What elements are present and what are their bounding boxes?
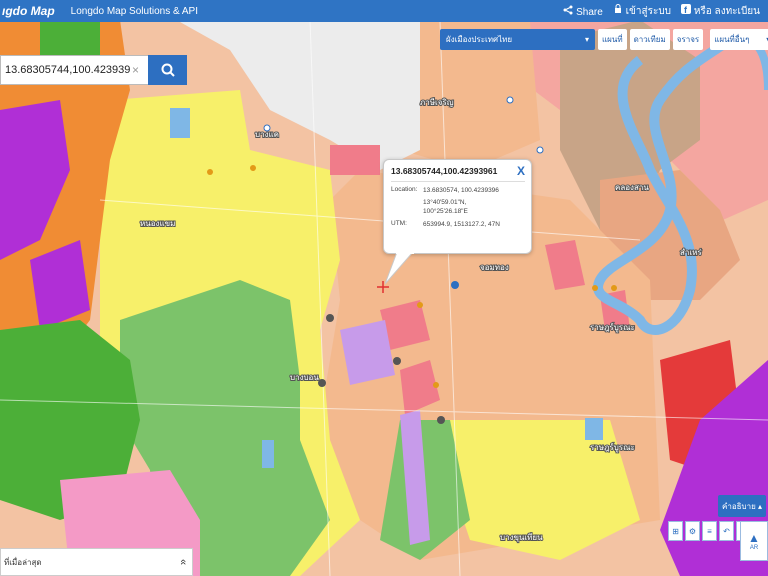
location-lon-dms: 100°25'26.18"E bbox=[423, 208, 468, 215]
popup-pointer bbox=[385, 252, 414, 285]
place-label: คลองสาน bbox=[615, 183, 649, 192]
layer-switcher: ผังเมืองประเทศไทย ▾ แผนที่ ดาวเทียม จราจ… bbox=[440, 29, 768, 50]
undo-icon[interactable]: ↶ bbox=[719, 521, 734, 541]
search-icon bbox=[161, 63, 175, 77]
brand-link[interactable]: Longdo Map Solutions & API bbox=[71, 6, 198, 17]
share-icon bbox=[563, 5, 573, 14]
place-label: ภาษีเจริญ bbox=[420, 98, 454, 107]
other-maps-button[interactable]: แผนที่อื่นๆ ▾ bbox=[710, 29, 768, 50]
place-label: บางบอน bbox=[290, 373, 319, 382]
facebook-icon: f bbox=[681, 3, 692, 14]
search-button[interactable] bbox=[148, 55, 187, 85]
settings-icon[interactable]: ⚙ bbox=[685, 521, 700, 541]
place-label: สำเหร่ bbox=[680, 248, 702, 257]
utm-value: 653994.9, 1513127.2, 47N bbox=[423, 221, 500, 228]
top-header: ıgdo Map Longdo Map Solutions & API Shar… bbox=[0, 0, 768, 22]
header-actions: Share เข้าสู่ระบบ f หรือ ลงทะเบียน bbox=[563, 3, 768, 19]
layers-icon[interactable]: ≡ bbox=[702, 521, 717, 541]
measure-icon[interactable]: ⊞ bbox=[668, 521, 683, 541]
map-type-button-traffic[interactable]: จราจร bbox=[672, 29, 704, 50]
zoning-map[interactable]: บางแค หนองแขม บางบอน จอมทอง คลองสาน ราษฎ… bbox=[0, 0, 768, 576]
chevron-down-icon: ▾ bbox=[584, 35, 589, 44]
login-button[interactable]: เข้าสู่ระบบ bbox=[613, 3, 672, 19]
legend-button[interactable]: คำอธิบาย ▴ bbox=[718, 495, 766, 517]
longdo-logo[interactable]: ıgdo Map bbox=[0, 4, 61, 18]
utm-row: UTM: 653994.9, 1513127.2, 47N bbox=[391, 220, 525, 229]
location-lat-dms: 13°40'59.01"N, bbox=[423, 199, 467, 206]
zoning-layer-select[interactable]: ผังเมืองประเทศไทย ▾ bbox=[440, 29, 595, 50]
zone-west-green-2 bbox=[40, 20, 100, 60]
place-label: จอมทอง bbox=[480, 263, 509, 272]
clear-search-icon[interactable]: × bbox=[132, 63, 139, 77]
place-label: บางแค bbox=[255, 130, 279, 139]
location-label: Location: bbox=[391, 186, 418, 193]
pond-3 bbox=[585, 418, 603, 440]
north-compass[interactable]: ▲ AR bbox=[740, 521, 768, 561]
close-popup-button[interactable]: X bbox=[517, 164, 525, 178]
recent-places-bar[interactable]: ที่เมื่อล่าสุด « bbox=[0, 548, 193, 576]
recent-places-label: ที่เมื่อล่าสุด bbox=[4, 557, 42, 567]
search-input[interactable] bbox=[0, 55, 148, 85]
location-values: 13.6830574, 100.4239396 13°40'59.01"N, 1… bbox=[423, 186, 525, 216]
lock-icon bbox=[614, 3, 621, 13]
location-decimal: 13.6830574, 100.4239396 bbox=[423, 187, 499, 194]
place-label: หนองแขม bbox=[140, 219, 175, 228]
other-maps-label: แผนที่อื่นๆ bbox=[714, 35, 750, 44]
share-label: Share bbox=[576, 6, 603, 18]
place-label: ราษฎร์บูรณะ bbox=[590, 442, 635, 453]
chevron-up-icon: « bbox=[176, 558, 189, 566]
location-popup: 13.68305744,100.42393961 X Location: 13.… bbox=[383, 159, 532, 254]
map-type-button-satellite[interactable]: ดาวเทียม bbox=[629, 29, 670, 50]
search-box: × bbox=[0, 55, 187, 85]
location-row: Location: 13.6830574, 100.4239396 13°40'… bbox=[391, 186, 525, 216]
map-type-button-map[interactable]: แผนที่ bbox=[598, 29, 627, 50]
zone-commercial-strip bbox=[330, 145, 380, 175]
pond-2 bbox=[262, 440, 274, 468]
zone-industrial-block bbox=[340, 320, 395, 385]
zoning-layer-label: ผังเมืองประเทศไทย bbox=[446, 35, 513, 44]
north-label: AR bbox=[749, 545, 759, 551]
facebook-signup-button[interactable]: f หรือ ลงทะเบียน bbox=[681, 3, 760, 19]
north-arrow-icon: ▲ bbox=[748, 531, 760, 545]
map-tools: ⊞ ⚙ ≡ ↶ ↷ bbox=[668, 521, 751, 541]
chevron-up-icon: ▴ bbox=[758, 501, 763, 511]
place-label: ราษฎร์บูรณะ bbox=[590, 322, 635, 333]
utm-label: UTM: bbox=[391, 220, 407, 227]
legend-label: คำอธิบาย bbox=[721, 501, 756, 511]
place-label: บางขุนเทียน bbox=[500, 533, 543, 542]
share-button[interactable]: Share bbox=[563, 5, 603, 18]
pond bbox=[170, 108, 190, 138]
popup-title: 13.68305744,100.42393961 bbox=[391, 166, 525, 182]
login-label: เข้าสู่ระบบ bbox=[625, 5, 672, 17]
signup-label: หรือ ลงทะเบียน bbox=[693, 5, 760, 17]
